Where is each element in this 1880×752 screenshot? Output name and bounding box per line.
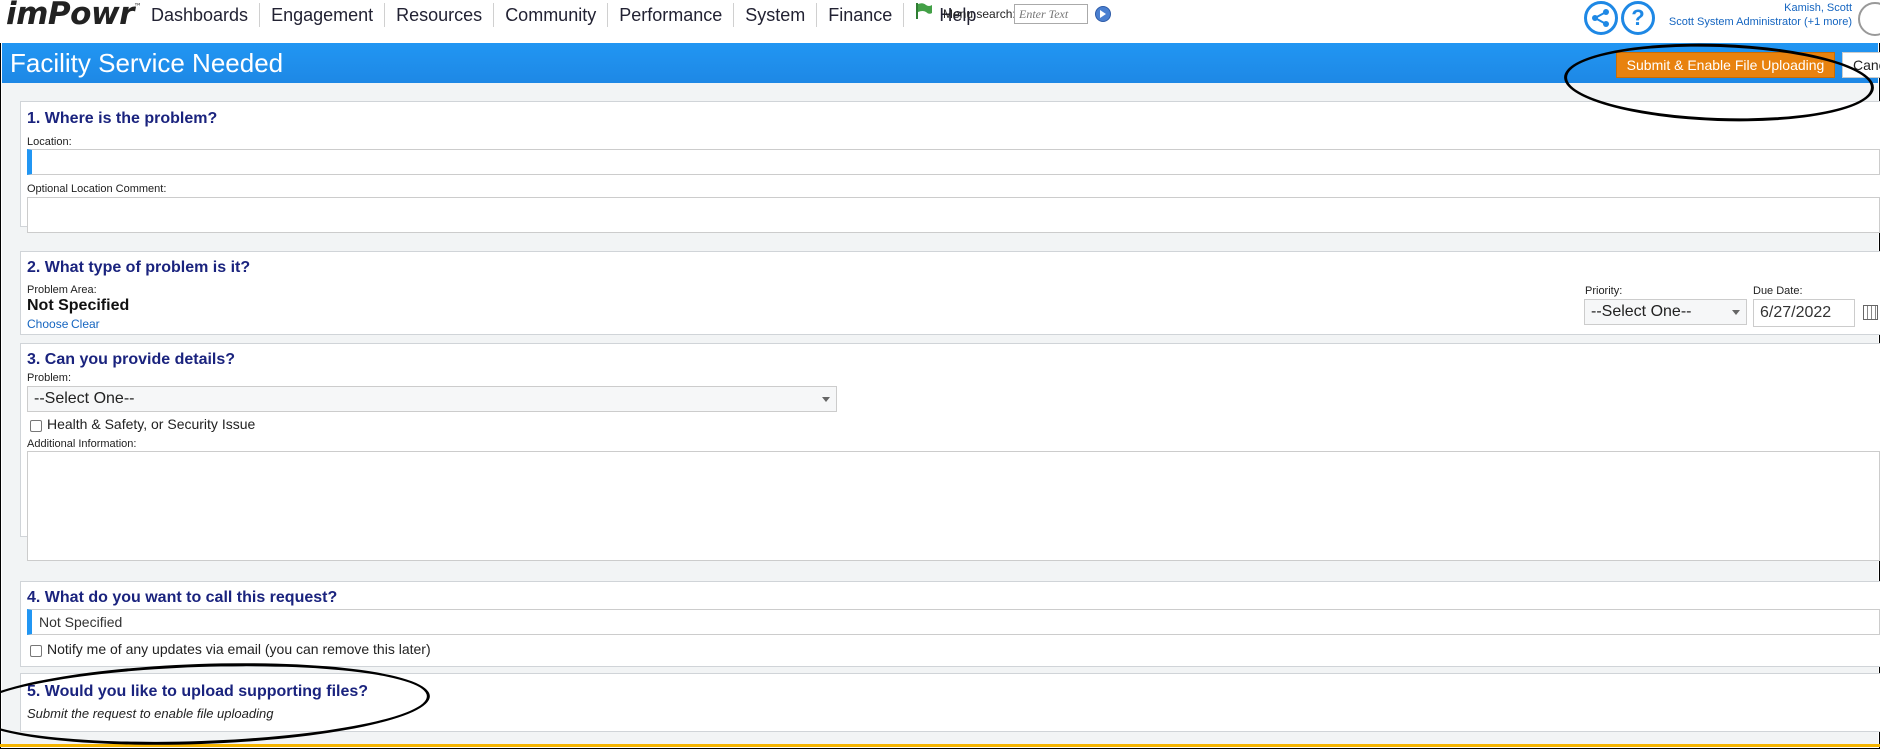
menu-search-label: Menu search: <box>943 7 1016 21</box>
page-header: Facility Service Needed Submit & Enable … <box>2 43 1880 83</box>
due-date-label: Due Date: <box>1753 285 1803 297</box>
section-heading: 5. Would you like to upload supporting f… <box>27 683 369 700</box>
notify-email-label: Notify me of any updates via email (you … <box>47 641 431 657</box>
chevron-down-icon <box>1732 310 1740 315</box>
help-question-icon[interactable]: ? <box>1621 1 1655 35</box>
location-label: Location: <box>27 136 72 148</box>
location-input[interactable] <box>27 149 1880 175</box>
health-safety-checkbox[interactable] <box>30 420 42 432</box>
priority-select[interactable]: --Select One-- <box>1584 299 1747 325</box>
request-name-input[interactable]: Not Specified <box>27 609 1880 635</box>
chevron-down-icon <box>822 397 830 402</box>
cancel-button[interactable]: Cancel <box>1842 52 1880 78</box>
problem-value: --Select One-- <box>34 390 135 407</box>
additional-info-textarea[interactable] <box>27 451 1880 561</box>
bottom-accent-line <box>0 744 1880 747</box>
submit-enable-upload-button[interactable]: Submit & Enable File Uploading <box>1616 52 1835 78</box>
priority-label: Priority: <box>1585 285 1623 297</box>
notify-email-checkbox[interactable] <box>30 645 42 657</box>
nav-item-community[interactable]: Community <box>494 3 609 27</box>
calendar-icon[interactable] <box>1863 305 1878 320</box>
section-upload: 5. Would you like to upload supporting f… <box>20 673 1880 732</box>
user-name: Kamish, Scott <box>1784 2 1852 14</box>
problem-area-value: Not Specified <box>27 297 130 314</box>
due-date-input[interactable]: 6/27/2022 <box>1753 299 1855 327</box>
upload-note: Submit the request to enable file upload… <box>27 706 274 721</box>
share-glyph-icon <box>1592 9 1609 27</box>
nav-item-finance[interactable]: Finance <box>817 3 905 27</box>
user-info[interactable]: Kamish, Scott Scott System Administrator… <box>1669 1 1852 29</box>
section-request-name: 4. What do you want to call this request… <box>20 581 1880 667</box>
nav-item-system[interactable]: System <box>734 3 818 27</box>
section-heading: 4. What do you want to call this request… <box>27 589 338 606</box>
location-comment-input[interactable] <box>27 197 1880 233</box>
problem-area-label: Problem Area: <box>27 284 97 296</box>
nav-item-performance[interactable]: Performance <box>608 3 735 27</box>
health-safety-label: Health & Safety, or Security Issue <box>47 416 256 432</box>
nav-item-engagement[interactable]: Engagement <box>260 3 386 27</box>
section-location: 1. Where is the problem? Location: Optio… <box>20 101 1880 233</box>
problem-select[interactable]: --Select One-- <box>27 386 837 412</box>
nav-item-resources[interactable]: Resources <box>385 3 495 27</box>
menu-search-input[interactable] <box>1014 4 1088 24</box>
clear-link[interactable]: Clear <box>71 317 100 331</box>
choose-link[interactable]: Choose <box>27 317 68 331</box>
form-area: 1. Where is the problem? Location: Optio… <box>2 83 1880 747</box>
avatar[interactable] <box>1858 2 1880 36</box>
section-heading: 1. Where is the problem? <box>27 110 218 127</box>
user-role: Scott System Administrator (+1 more) <box>1668 16 1852 28</box>
nav-item-dashboards[interactable]: Dashboards <box>140 3 261 27</box>
page-title: Facility Service Needed <box>10 48 284 78</box>
additional-info-label: Additional Information: <box>27 438 137 450</box>
section-details: 3. Can you provide details? Problem: --S… <box>20 343 1880 561</box>
share-icon[interactable] <box>1584 1 1618 35</box>
section-problem-type: 2. What type of problem is it? Problem A… <box>20 251 1880 335</box>
section-heading: 2. What type of problem is it? <box>27 259 251 276</box>
section-heading: 3. Can you provide details? <box>27 351 236 368</box>
menu-search-go-icon[interactable] <box>1095 6 1111 22</box>
logo-text: imPowr <box>6 0 134 32</box>
main-menu: Dashboards Engagement Resources Communit… <box>140 3 987 27</box>
priority-value: --Select One-- <box>1591 303 1692 320</box>
app-logo[interactable]: imPowr™ <box>6 0 142 32</box>
problem-label: Problem: <box>27 372 72 384</box>
flag-icon <box>916 3 933 19</box>
location-comment-label: Optional Location Comment: <box>27 183 167 195</box>
top-navigation: imPowr™ Dashboards Engagement Resources … <box>0 0 1880 43</box>
